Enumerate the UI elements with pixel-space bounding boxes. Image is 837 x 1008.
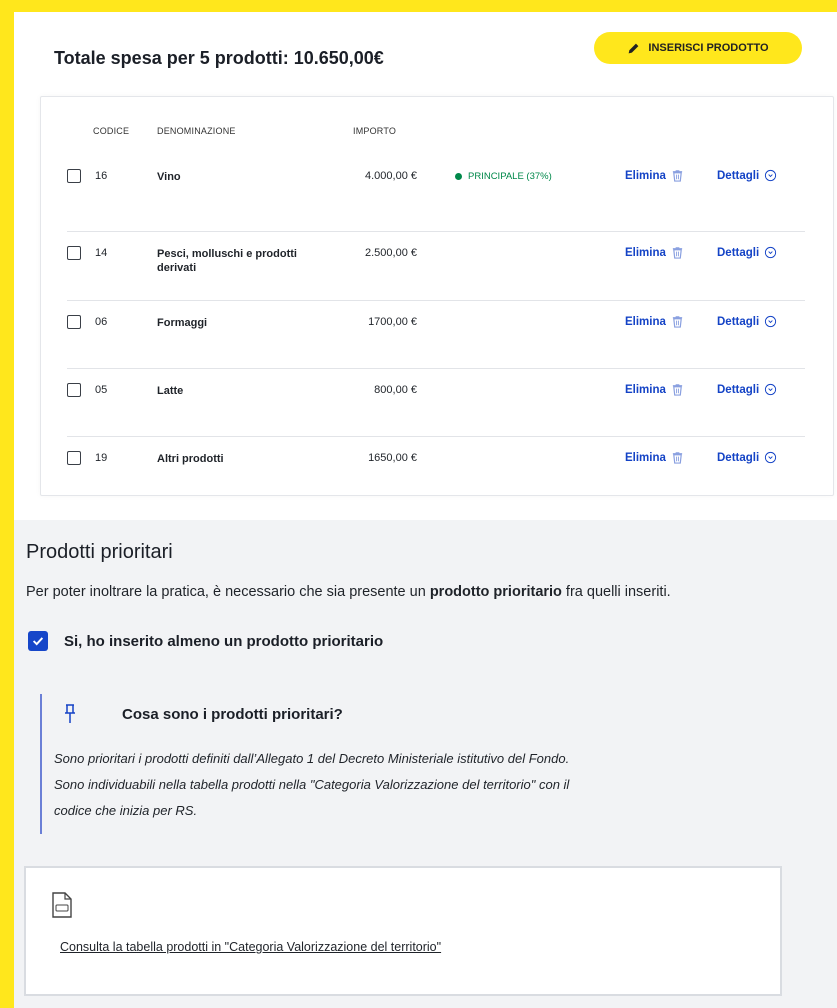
priority-info-callout: Cosa sono i prodotti prioritari? Sono pr…	[40, 694, 800, 834]
info-heading: Cosa sono i prodotti prioritari?	[62, 704, 343, 724]
trash-icon	[672, 384, 683, 396]
trash-icon	[672, 247, 683, 259]
total-spend-title: Totale spesa per 5 prodotti: 10.650,00€	[54, 48, 384, 68]
info-line-2: Sono individuabili nella tabella prodott…	[54, 777, 570, 792]
priority-desc-before: Per poter inoltrare la pratica, è necess…	[26, 584, 430, 600]
principal-badge: PRINCIPALE (37%)	[455, 171, 552, 182]
delete-label: Elimina	[625, 169, 666, 182]
delete-label: Elimina	[625, 451, 666, 464]
row-checkbox[interactable]	[67, 451, 81, 465]
add-product-label: INSERISCI PRODOTTO	[648, 42, 769, 54]
row-name: Altri prodotti	[157, 453, 224, 465]
products-panel: Totale spesa per 5 prodotti: 10.650,00€ …	[14, 12, 837, 520]
row-amount: 800,00 €	[374, 384, 417, 396]
row-name: Vino	[157, 171, 181, 183]
table-row: 19 Altri prodotti 1650,00 € Elimina Dett…	[67, 437, 805, 505]
delete-label: Elimina	[625, 315, 666, 328]
chevron-circle-icon	[765, 451, 777, 464]
row-name: Formaggi	[157, 317, 208, 329]
row-code: 05	[95, 384, 108, 396]
row-code: 06	[95, 316, 108, 328]
row-name: Latte	[157, 385, 184, 397]
pencil-icon	[629, 43, 639, 53]
delete-button[interactable]: Elimina	[625, 246, 684, 259]
priority-description: Per poter inoltrare la pratica, è necess…	[26, 584, 671, 600]
details-button[interactable]: Dettagli	[717, 383, 777, 396]
row-amount: 4.000,00 €	[365, 170, 417, 182]
trash-icon	[672, 170, 683, 182]
pdf-file-icon	[52, 892, 72, 918]
details-button[interactable]: Dettagli	[717, 451, 777, 464]
chevron-circle-icon	[765, 383, 777, 396]
trash-icon	[672, 452, 683, 464]
row-code: 19	[95, 452, 108, 464]
chevron-circle-icon	[765, 246, 777, 259]
priority-desc-after: fra quelli inseriti.	[561, 584, 671, 600]
column-header-code: CODICE	[93, 126, 130, 136]
delete-button[interactable]: Elimina	[625, 451, 684, 464]
pin-icon	[65, 704, 75, 723]
row-checkbox[interactable]	[67, 169, 81, 183]
details-label: Dettagli	[717, 383, 760, 396]
details-button[interactable]: Dettagli	[717, 246, 777, 259]
priority-checkbox-label: Si, ho inserito almeno un prodotto prior…	[64, 632, 384, 650]
info-line-3: codice che inizia per RS.	[54, 803, 198, 818]
details-label: Dettagli	[717, 315, 760, 328]
details-button[interactable]: Dettagli	[717, 315, 777, 328]
chevron-circle-icon	[765, 169, 777, 182]
column-header-name: DENOMINAZIONE	[157, 126, 236, 136]
details-label: Dettagli	[717, 451, 760, 464]
priority-confirm-checkbox[interactable]: Si, ho inserito almeno un prodotto prior…	[28, 631, 383, 651]
delete-button[interactable]: Elimina	[625, 315, 684, 328]
products-table: CODICE DENOMINAZIONE IMPORTO 16 Vino 4.0…	[40, 96, 834, 496]
checkbox-checked-icon[interactable]	[28, 631, 48, 651]
priority-section-title: Prodotti prioritari	[26, 541, 173, 563]
delete-label: Elimina	[625, 246, 666, 259]
row-name: Pesci, molluschi e prodotti derivati	[157, 248, 297, 274]
trash-icon	[672, 316, 683, 328]
document-card: Consulta la tabella prodotti in "Categor…	[24, 866, 782, 996]
add-product-button[interactable]: INSERISCI PRODOTTO	[594, 32, 802, 64]
delete-button[interactable]: Elimina	[625, 383, 684, 396]
details-label: Dettagli	[717, 246, 760, 259]
row-amount: 1650,00 €	[368, 452, 417, 464]
row-checkbox[interactable]	[67, 315, 81, 329]
delete-label: Elimina	[625, 383, 666, 396]
status-dot-icon	[455, 173, 462, 180]
row-code: 16	[95, 170, 108, 182]
row-amount: 1700,00 €	[368, 316, 417, 328]
row-code: 14	[95, 247, 108, 259]
table-row: 14 Pesci, molluschi e prodotti derivati …	[67, 232, 805, 300]
row-amount: 2.500,00 €	[365, 247, 417, 259]
priority-desc-bold: prodotto prioritario	[429, 584, 562, 600]
row-checkbox[interactable]	[67, 383, 81, 397]
details-button[interactable]: Dettagli	[717, 169, 777, 182]
delete-button[interactable]: Elimina	[625, 169, 684, 182]
info-body: Sono prioritari i prodotti definiti dall…	[54, 746, 794, 824]
details-label: Dettagli	[717, 169, 760, 182]
table-row: 06 Formaggi 1700,00 € Elimina Dettagli	[67, 301, 805, 369]
principal-badge-label: PRINCIPALE (37%)	[468, 171, 552, 182]
info-line-1: Sono prioritari i prodotti definiti dall…	[54, 751, 570, 766]
column-header-amount: IMPORTO	[353, 126, 397, 136]
table-row: 05 Latte 800,00 € Elimina Dettagli	[67, 369, 805, 437]
product-table-link[interactable]: Consulta la tabella prodotti in "Categor…	[60, 940, 441, 954]
row-checkbox[interactable]	[67, 246, 81, 260]
table-row: 16 Vino 4.000,00 € PRINCIPALE (37%) Elim…	[67, 163, 805, 231]
info-heading-text: Cosa sono i prodotti prioritari?	[122, 705, 343, 723]
chevron-circle-icon	[765, 315, 777, 328]
